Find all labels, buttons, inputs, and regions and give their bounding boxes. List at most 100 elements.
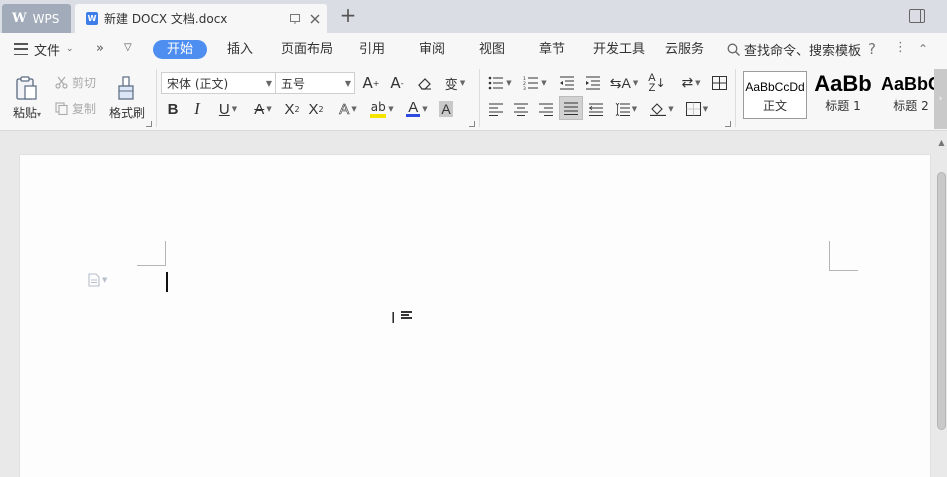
font-name-select[interactable]: 宋体 (正文) ▼ bbox=[161, 72, 276, 94]
clipboard-group-launcher[interactable] bbox=[146, 121, 152, 127]
margin-corner-top-right-h bbox=[829, 270, 858, 271]
more-options-icon[interactable]: ⋮ bbox=[894, 40, 907, 55]
underline-label: U bbox=[218, 100, 230, 118]
strikethrough-button[interactable]: A ▼ bbox=[249, 98, 277, 120]
justify-icon[interactable] bbox=[559, 96, 583, 120]
distribute-icon[interactable] bbox=[586, 98, 606, 120]
document-area: ▼ I bbox=[0, 132, 947, 477]
wps-logo-icon: W bbox=[12, 11, 27, 26]
align-left-icon[interactable] bbox=[486, 98, 506, 120]
tab-chapter[interactable]: 章节 bbox=[539, 40, 565, 59]
increase-indent-icon[interactable] bbox=[583, 72, 603, 94]
window-layout-icon[interactable] bbox=[909, 9, 925, 23]
format-painter-button[interactable]: 格式刷 bbox=[107, 71, 147, 125]
superscript-button[interactable]: X2 bbox=[282, 98, 302, 120]
tab-cloud[interactable]: 云服务 bbox=[665, 40, 704, 59]
tab-review[interactable]: 审阅 bbox=[419, 40, 445, 59]
align-center-icon[interactable] bbox=[511, 98, 531, 120]
file-menu[interactable]: 文件 ⌄ bbox=[14, 33, 74, 65]
style-heading-2-label: 标题 2 bbox=[893, 99, 929, 113]
paintbrush-icon bbox=[118, 76, 134, 100]
collapse-ribbon-icon[interactable]: ⌃ bbox=[918, 42, 928, 56]
tab-view[interactable]: 视图 bbox=[479, 40, 505, 59]
double-chevron-right-icon[interactable]: » bbox=[96, 41, 104, 56]
font-color-icon: A bbox=[406, 99, 421, 117]
tab-home[interactable]: 开始 bbox=[153, 40, 208, 59]
document-tab[interactable]: W 新建 DOCX 文档.docx bbox=[75, 4, 327, 33]
menu-bar: 文件 ⌄ » ▽ 开始 插入 页面布局 引用 审阅 视图 章节 开发工具 云服务… bbox=[0, 33, 947, 65]
underline-button[interactable]: U ▼ bbox=[212, 98, 244, 120]
help-icon[interactable]: ? bbox=[868, 40, 876, 58]
document-page[interactable]: ▼ I bbox=[19, 154, 931, 477]
bold-button[interactable]: B bbox=[163, 98, 183, 120]
chevron-down-icon: ⌄ bbox=[66, 44, 74, 54]
tab-page-layout[interactable]: 页面布局 bbox=[281, 40, 333, 59]
decrease-indent-icon[interactable] bbox=[557, 72, 577, 94]
scroll-up-icon[interactable]: ▲ bbox=[936, 138, 947, 147]
style-heading-1-label: 标题 1 bbox=[825, 99, 861, 113]
tab-references[interactable]: 引用 bbox=[359, 40, 385, 59]
clipboard-icon bbox=[16, 76, 37, 100]
pin-icon[interactable] bbox=[287, 11, 303, 27]
shading-fill-icon[interactable]: ▼ bbox=[647, 98, 677, 120]
separator bbox=[735, 69, 736, 127]
italic-button[interactable]: I bbox=[187, 98, 207, 120]
line-spacing-icon[interactable]: ▼ bbox=[612, 98, 640, 120]
copy-label: 复制 bbox=[72, 101, 97, 116]
text-effects-icon[interactable]: A ▼ bbox=[334, 98, 362, 120]
margin-corner-top-right-v bbox=[829, 241, 830, 271]
font-color-button[interactable]: A ▼ bbox=[402, 98, 432, 120]
paragraph-group-launcher[interactable] bbox=[725, 121, 731, 127]
scrollbar-thumb[interactable] bbox=[937, 172, 946, 430]
bullet-list-icon[interactable]: ▼ bbox=[486, 72, 514, 94]
change-case-icon[interactable]: ⇆A ▼ bbox=[609, 72, 639, 94]
increase-font-size-icon[interactable]: A + bbox=[361, 72, 381, 94]
style-heading-2[interactable]: AaBbC 标题 2 bbox=[876, 71, 940, 119]
svg-text:3: 3 bbox=[523, 86, 526, 90]
numbered-list-icon[interactable]: 1 2 3 ▼ bbox=[521, 72, 549, 94]
highlight-color-button[interactable]: ab ▼ bbox=[367, 98, 397, 120]
document-tab-title: 新建 DOCX 文档.docx bbox=[104, 12, 228, 26]
tab-developer[interactable]: 开发工具 bbox=[593, 40, 645, 59]
style-normal-label: 正文 bbox=[762, 99, 787, 113]
hamburger-icon bbox=[14, 43, 28, 55]
font-size-select[interactable]: 五号 ▼ bbox=[275, 72, 355, 94]
word-doc-icon: W bbox=[86, 12, 98, 25]
copy-icon bbox=[55, 101, 68, 115]
style-heading-1[interactable]: AaBb 标题 1 bbox=[810, 71, 876, 119]
highlighter-icon: ab bbox=[370, 101, 387, 118]
borders-icon[interactable]: ▼ bbox=[682, 98, 712, 120]
cut-label: 剪切 bbox=[72, 75, 97, 90]
phonetic-guide-icon[interactable]: 变 ▼ bbox=[440, 72, 470, 94]
command-search-label: 查找命令、搜索模板 bbox=[744, 44, 862, 59]
character-shading-icon[interactable]: A bbox=[436, 98, 456, 120]
paste-button[interactable]: 粘贴▾ bbox=[8, 71, 46, 125]
decrease-font-size-icon[interactable]: A- bbox=[387, 72, 407, 94]
gallery-scroll-right-icon[interactable]: › bbox=[934, 69, 947, 129]
click-and-type-icon bbox=[401, 311, 412, 320]
eraser-icon[interactable] bbox=[413, 72, 435, 94]
command-search[interactable]: 查找命令、搜索模板 bbox=[727, 40, 861, 59]
search-icon bbox=[727, 43, 740, 56]
cut-button[interactable]: 剪切 bbox=[55, 73, 96, 91]
paragraph-options-icon[interactable]: ▼ bbox=[88, 273, 107, 287]
vertical-scrollbar[interactable]: ▲ bbox=[936, 132, 947, 477]
table-grid-icon[interactable] bbox=[709, 72, 729, 94]
subscript-button[interactable]: X2 bbox=[306, 98, 326, 120]
tab-insert[interactable]: 插入 bbox=[227, 40, 253, 59]
style-normal[interactable]: AaBbCcDd 正文 bbox=[743, 71, 807, 119]
style-gallery: AaBbCcDd 正文 AaBb 标题 1 AaBbC 标题 2 bbox=[740, 69, 940, 121]
superscript-label: X bbox=[284, 100, 295, 118]
align-right-icon[interactable] bbox=[536, 98, 556, 120]
file-menu-label: 文件 bbox=[34, 43, 61, 59]
new-tab-button[interactable]: + bbox=[338, 5, 358, 25]
font-group-launcher[interactable] bbox=[469, 121, 475, 127]
dropdown-arrow-icon[interactable]: ▽ bbox=[124, 42, 132, 53]
line-spacing-toggle-icon[interactable]: ⇄ ▼ bbox=[676, 72, 706, 94]
copy-button[interactable]: 复制 bbox=[55, 99, 96, 117]
subscript-label: X bbox=[308, 100, 319, 118]
margin-corner-top-left-v bbox=[165, 241, 166, 266]
close-tab-icon[interactable] bbox=[307, 11, 323, 27]
sort-icon[interactable]: A Z ↓ bbox=[647, 72, 667, 94]
wps-home-tab[interactable]: W WPS bbox=[2, 4, 71, 33]
